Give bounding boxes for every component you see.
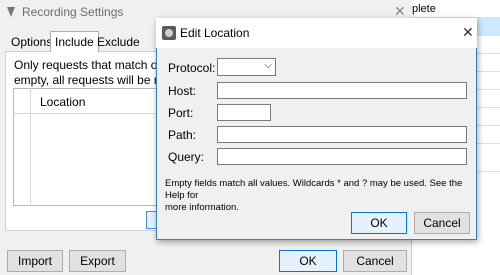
host-field[interactable]	[217, 82, 467, 99]
window-title: Recording Settings	[22, 5, 124, 19]
edit-location-titlebar: Edit Location ✕	[156, 18, 477, 48]
path-field[interactable]	[217, 126, 467, 143]
close-icon[interactable]: ✕	[462, 24, 474, 41]
cancel-button[interactable]: Cancel	[343, 250, 407, 272]
query-field[interactable]	[217, 148, 467, 165]
column-header-location[interactable]: Location	[40, 95, 85, 109]
app-icon	[7, 7, 15, 17]
tab-exclude[interactable]: Exclude	[93, 32, 144, 52]
path-label: Path:	[168, 128, 197, 142]
wildcard-help-note: Empty fields match all values. Wildcards…	[165, 178, 465, 214]
dialog-title: Edit Location	[180, 26, 250, 40]
tab-include[interactable]: Include	[50, 31, 99, 52]
query-label: Query:	[168, 150, 205, 164]
host-label: Host:	[168, 84, 197, 98]
export-button[interactable]: Export	[69, 250, 126, 272]
dialog-cancel-button[interactable]: Cancel	[414, 212, 470, 234]
note-line: Empty fields match all values. Wildcards…	[165, 178, 463, 201]
protocol-label: Protocol:	[168, 61, 216, 75]
port-field[interactable]	[217, 104, 271, 121]
app-icon	[162, 26, 176, 40]
dialog-ok-button[interactable]: OK	[351, 212, 407, 234]
ok-button[interactable]: OK	[279, 250, 337, 272]
tab-options[interactable]: Options	[7, 32, 56, 52]
port-label: Port:	[168, 106, 194, 120]
chevron-down-icon: ⌵	[264, 60, 272, 71]
import-button[interactable]: Import	[7, 250, 63, 272]
background-cell: plete	[410, 0, 500, 18]
column-divider	[30, 88, 31, 206]
protocol-select[interactable]: ⌵	[217, 58, 276, 76]
